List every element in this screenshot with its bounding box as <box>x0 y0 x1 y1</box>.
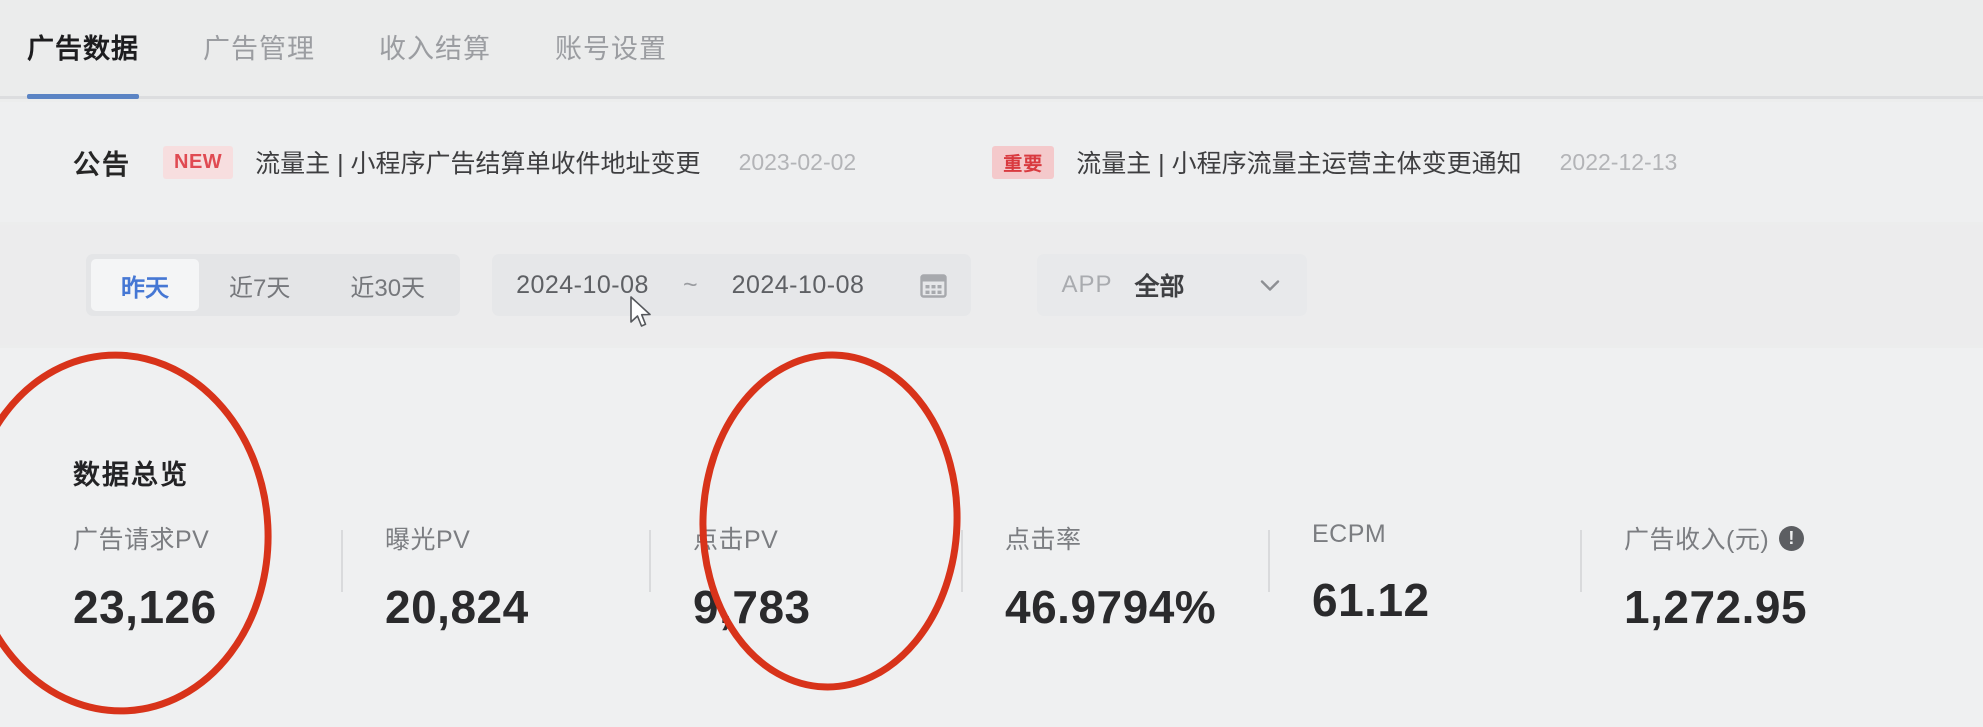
announcement-date-1: 2023-02-02 <box>738 148 857 175</box>
metric-card-ad-revenue: 广告收入(元) ! 1,272.95 <box>1580 520 1880 634</box>
chevron-down-icon[interactable] <box>1257 272 1283 298</box>
metric-label: ECPM <box>1312 520 1580 549</box>
top-tab-bar: 广告数据 广告管理 收入结算 账号设置 <box>0 0 1983 99</box>
tab-list: 广告数据 广告管理 收入结算 账号设置 <box>0 0 1983 99</box>
app-filter-value: 全部 <box>1134 273 1185 301</box>
tab-ad-data[interactable]: 广告数据 <box>27 27 139 99</box>
date-range-picker[interactable]: 2024-10-08 ~ 2024-10-08 <box>492 254 972 316</box>
date-range-segmented-control: 昨天 近7天 近30天 <box>86 254 461 316</box>
overview-title: 数据总览 <box>73 460 189 490</box>
range-button-yesterday[interactable]: 昨天 <box>91 259 199 311</box>
badge-new: NEW <box>163 145 234 179</box>
metric-label-text: 点击PV <box>693 526 779 554</box>
announcement-date-2: 2022-12-13 <box>1559 148 1678 175</box>
metric-label: 广告收入(元) ! <box>1624 520 1880 556</box>
metric-card-impression-pv: 曝光PV 20,824 <box>341 520 649 634</box>
announcement-item-2: 重要 流量主 | 小程序流量主运营主体变更通知 2022-12-13 <box>992 144 1677 180</box>
metric-card-ad-request-pv: 广告请求PV 23,126 <box>73 520 341 634</box>
date-range-separator: ~ <box>682 270 698 299</box>
announcement-bar: 公告 NEW 流量主 | 小程序广告结算单收件地址变更 2023-02-02 重… <box>0 102 1983 222</box>
metric-card-click-rate: 点击率 46.9794% <box>961 520 1268 634</box>
announcement-link-2[interactable]: 流量主 | 小程序流量主运营主体变更通知 <box>1076 144 1521 180</box>
info-icon[interactable]: ! <box>1779 525 1805 551</box>
tab-account-settings[interactable]: 账号设置 <box>555 27 667 96</box>
metric-card-click-pv: 点击PV 9,783 <box>649 520 961 634</box>
date-start-value[interactable]: 2024-10-08 <box>516 271 649 300</box>
date-end-value[interactable]: 2024-10-08 <box>732 271 865 300</box>
announcement-item-1: NEW 流量主 | 小程序广告结算单收件地址变更 2023-02-02 <box>163 144 856 180</box>
metric-label-text: 点击率 <box>1005 526 1082 554</box>
metrics-row: 广告请求PV 23,126 曝光PV 20,824 点击PV 9,783 点击率… <box>73 520 1953 634</box>
metric-value: 20,824 <box>385 581 529 633</box>
app-filter-label: APP <box>1061 271 1113 298</box>
metric-value: 9,783 <box>693 581 811 633</box>
range-button-last-7-days[interactable]: 近7天 <box>199 259 320 311</box>
tab-ad-management[interactable]: 广告管理 <box>203 27 315 96</box>
tab-income-settlement[interactable]: 收入结算 <box>379 27 491 96</box>
metric-value: 1,272.95 <box>1624 581 1808 633</box>
metric-label-text: 广告请求PV <box>73 526 210 554</box>
metric-label: 曝光PV <box>385 520 649 556</box>
badge-important: 重要 <box>992 145 1055 179</box>
metric-value: 46.9794% <box>1005 581 1217 633</box>
announcement-link-1[interactable]: 流量主 | 小程序广告结算单收件地址变更 <box>255 144 700 180</box>
metric-label: 点击PV <box>693 520 961 556</box>
range-button-last-30-days[interactable]: 近30天 <box>320 259 455 311</box>
app-filter-select[interactable]: APP 全部 <box>1037 254 1308 316</box>
metric-value: 61.12 <box>1312 574 1430 626</box>
metric-card-ecpm: ECPM 61.12 <box>1268 520 1580 634</box>
metric-label-text: 广告收入(元) <box>1624 526 1770 554</box>
metric-label: 广告请求PV <box>73 520 341 556</box>
filter-toolbar: 昨天 近7天 近30天 2024-10-08 ~ 2024-10-08 APP … <box>0 225 1983 345</box>
calendar-icon[interactable] <box>920 272 948 298</box>
metric-label-text: 曝光PV <box>385 526 471 554</box>
metric-label: 点击率 <box>1005 520 1268 556</box>
metric-label-text: ECPM <box>1312 520 1387 548</box>
announcement-title: 公告 <box>73 149 131 180</box>
metric-value: 23,126 <box>73 581 217 633</box>
